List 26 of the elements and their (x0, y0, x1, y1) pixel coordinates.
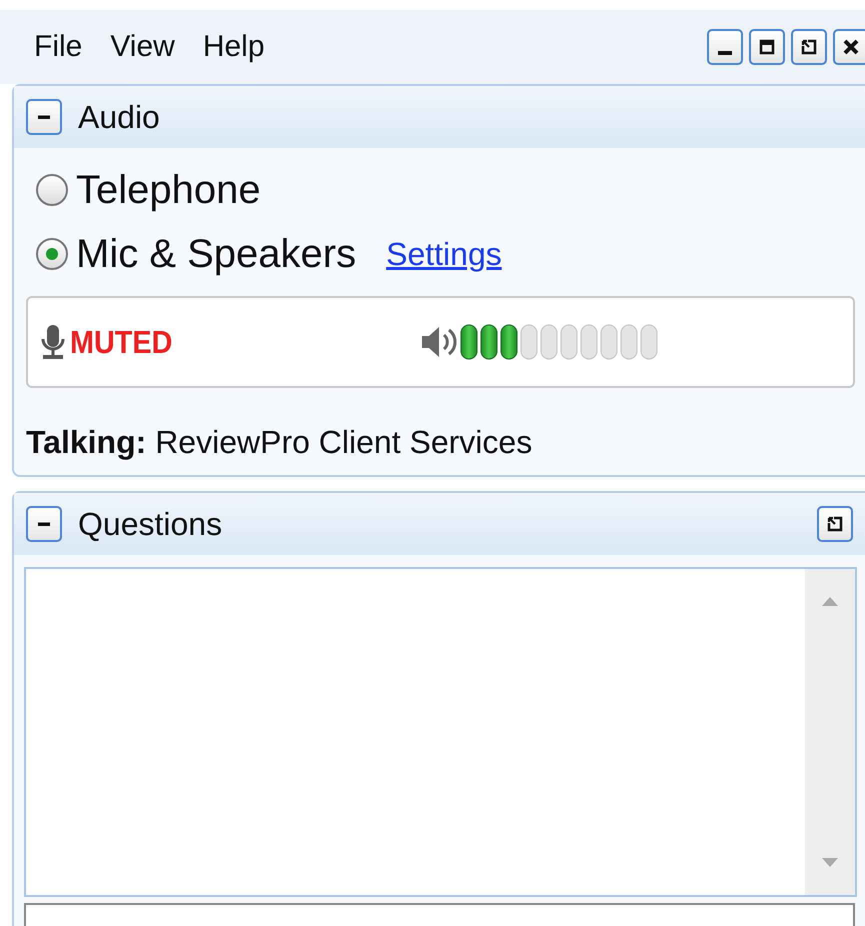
collapse-button[interactable] (26, 506, 62, 542)
radio-label[interactable]: Mic & Speakers (76, 232, 356, 276)
minimize-button[interactable] (707, 29, 743, 65)
collapse-button[interactable] (26, 99, 62, 135)
panel-title: Audio (78, 98, 160, 136)
radio-button[interactable] (36, 174, 68, 206)
maximize-icon (757, 37, 777, 57)
radio-button[interactable] (36, 238, 68, 270)
popout-icon (799, 37, 819, 57)
speaker-icon (420, 324, 458, 360)
settings-link[interactable]: Settings (386, 236, 502, 272)
radio-label[interactable]: Telephone (76, 168, 261, 212)
menu-item[interactable]: File (20, 30, 96, 64)
maximize-button[interactable] (749, 29, 785, 65)
popout-button[interactable] (791, 29, 827, 65)
menu-item[interactable]: Help (188, 30, 279, 64)
panel-title: Questions (78, 506, 222, 542)
talking-status: Talking: ReviewPro Client Services (26, 424, 534, 461)
close-button[interactable] (833, 29, 865, 65)
menu-item[interactable]: View (96, 30, 189, 64)
popout-button[interactable] (817, 506, 853, 542)
minimize-icon (718, 51, 732, 55)
popout-icon (825, 514, 845, 534)
close-icon (841, 37, 861, 57)
microphone-icon (40, 324, 66, 360)
mic-status: MUTED (70, 324, 172, 360)
